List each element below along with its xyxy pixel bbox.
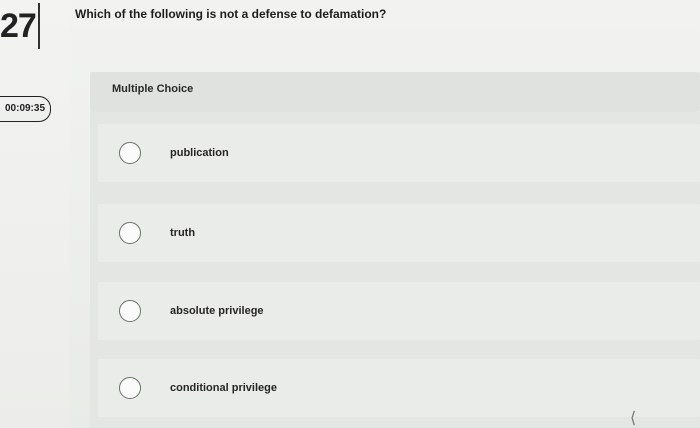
radio-unselected-icon[interactable] <box>119 222 141 244</box>
radio-unselected-icon[interactable] <box>119 142 141 164</box>
choices-panel: publication truth absolute privilege con… <box>90 112 700 428</box>
choice-option-1[interactable]: publication <box>98 124 700 182</box>
radio-unselected-icon[interactable] <box>119 377 141 399</box>
left-rail: 27 00:09:35 <box>0 0 70 428</box>
choice-option-2[interactable]: truth <box>98 204 700 262</box>
radio-unselected-icon[interactable] <box>119 300 141 322</box>
timer-badge: 00:09:35 <box>0 96 51 122</box>
mouse-cursor-icon: ⟨ <box>630 410 637 427</box>
question-type-label: Multiple Choice <box>112 83 194 95</box>
choice-label: truth <box>170 227 196 239</box>
question-text: Which of the following is not a defense … <box>75 7 387 21</box>
choice-label: conditional privilege <box>170 382 277 394</box>
question-number: 27 <box>0 3 40 49</box>
choice-option-4[interactable]: conditional privilege <box>98 359 700 417</box>
choice-option-3[interactable]: absolute privilege <box>98 282 700 340</box>
choice-label: absolute privilege <box>170 305 264 317</box>
choice-label: publication <box>170 147 229 159</box>
question-type-header: Multiple Choice <box>90 72 700 112</box>
